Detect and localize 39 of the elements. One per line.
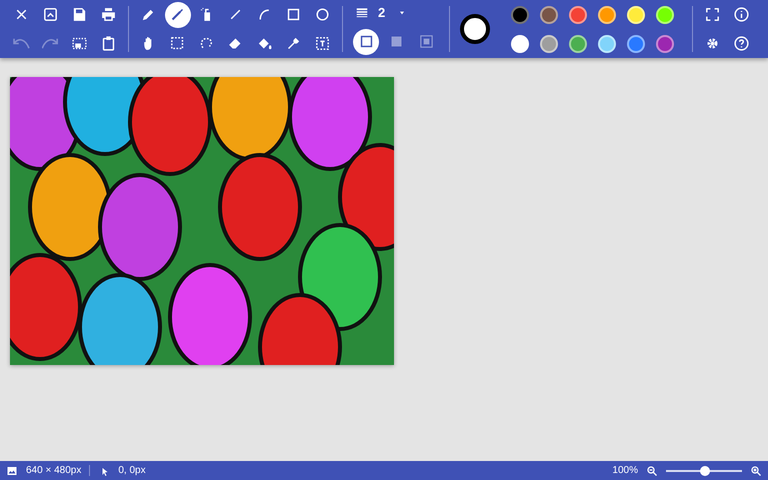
resize-icon xyxy=(71,35,88,52)
info-icon xyxy=(733,6,750,23)
line-width-icon xyxy=(355,6,369,20)
brush-tool-button[interactable] xyxy=(164,2,190,28)
color-swatch[interactable] xyxy=(540,6,558,24)
save-icon xyxy=(71,6,88,23)
zoom-level: 100% xyxy=(612,464,638,478)
color-swatch[interactable] xyxy=(626,34,644,52)
color-swatch[interactable] xyxy=(598,34,616,52)
clipboard-icon xyxy=(100,35,117,52)
current-color[interactable] xyxy=(460,14,490,44)
print-icon xyxy=(100,6,117,23)
caret-icon xyxy=(398,8,406,17)
color-swatch[interactable] xyxy=(540,34,558,52)
color-swatch[interactable] xyxy=(656,34,674,52)
frame-icon xyxy=(42,6,59,23)
color-swatch[interactable] xyxy=(510,34,528,52)
redo-icon xyxy=(42,38,59,49)
undo-icon xyxy=(13,38,30,49)
color-swatch[interactable] xyxy=(626,6,644,24)
color-swatch[interactable] xyxy=(568,6,586,24)
help-icon xyxy=(733,35,750,52)
circle-icon xyxy=(314,6,331,23)
color-swatch[interactable] xyxy=(656,6,674,24)
color-swatch[interactable] xyxy=(598,6,616,24)
square-in-square-icon xyxy=(418,33,434,50)
text-box-icon xyxy=(314,35,331,52)
color-swatch[interactable] xyxy=(568,34,586,52)
zoom-in-icon[interactable] xyxy=(750,464,762,476)
image-icon xyxy=(6,464,18,476)
square-icon xyxy=(285,6,302,23)
color-swatch[interactable] xyxy=(510,6,528,24)
line-width-dropdown[interactable]: 2 xyxy=(353,3,439,23)
cursor-position: 0, 0px xyxy=(118,464,146,478)
outline-style-button[interactable] xyxy=(353,28,379,55)
image-size: 640 × 480px xyxy=(26,464,82,478)
zoom-out-icon[interactable] xyxy=(646,464,658,476)
selection-icon xyxy=(169,35,186,52)
fullscreen-icon xyxy=(704,6,721,23)
